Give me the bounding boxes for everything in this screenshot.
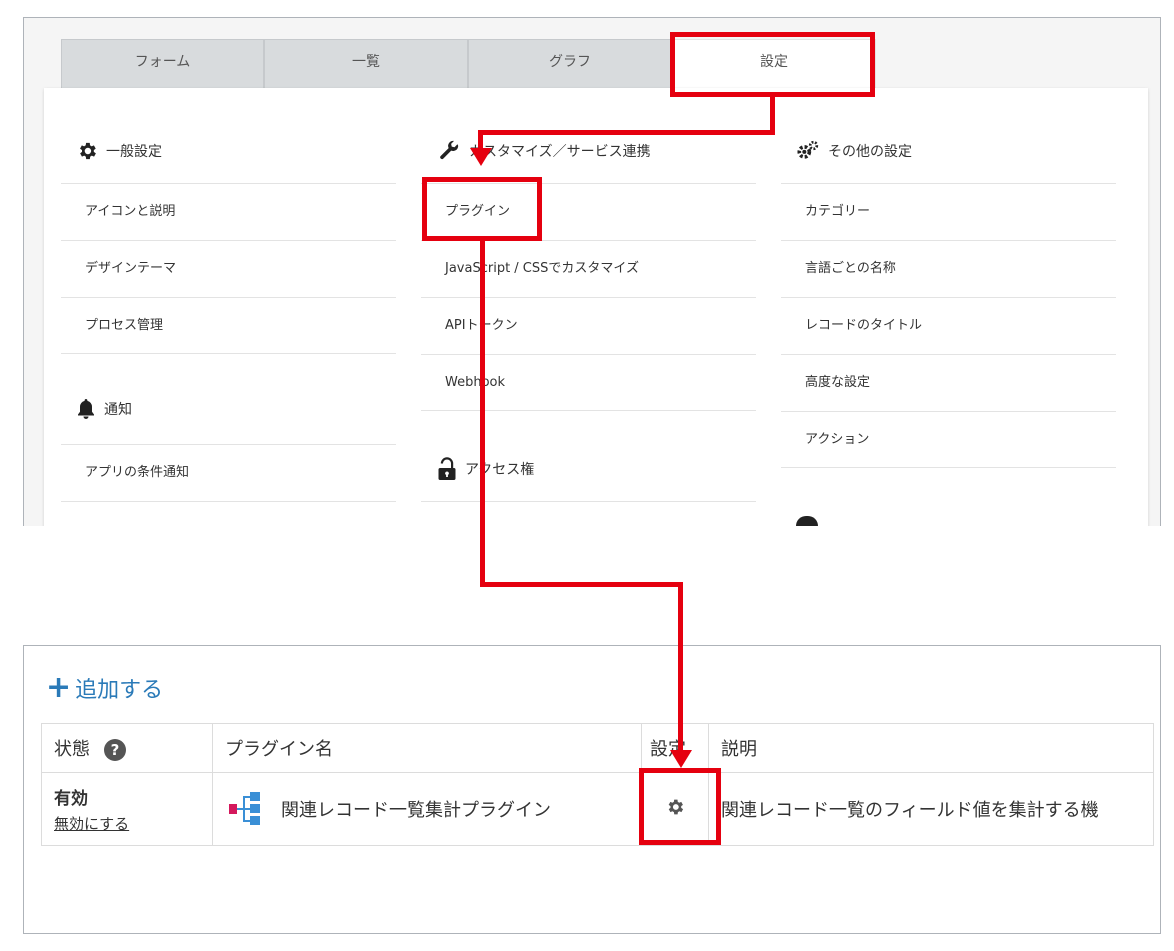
tab-form[interactable]: フォーム [61,39,264,89]
add-plugin-button[interactable]: + 追加する [46,672,163,704]
status-header-label: 状態 [54,739,90,760]
annotation-line [678,582,683,752]
arrow-down-icon [470,148,492,166]
plugin-list-panel: + 追加する 状態? プラグイン名 設定 説明 有効 無効にする 関連レコード一… [23,645,1161,934]
highlight-plugin-settings-gear [639,768,721,845]
plugin-name: 関連レコード一覧集計プラグイン [281,800,551,821]
menu-item-record-title[interactable]: レコードのタイトル [781,297,1116,354]
plugin-name-header: プラグイン名 [212,723,642,773]
disable-link[interactable]: 無効にする [54,813,200,834]
app-settings-panel: フォーム 一覧 グラフ 設定 一般設定 アイコンと説明 デザインテーマ プロセス… [23,17,1161,526]
arrow-down-icon [670,750,692,768]
gears-icon [797,140,819,159]
access-label: アクセス権 [465,462,535,478]
menu-item-app-condition-notification[interactable]: アプリの条件通知 [61,444,396,501]
plus-icon: + [46,670,72,705]
notification-heading: 通知 [76,398,132,420]
menu-item-cut-off[interactable] [61,501,396,526]
general-settings-label: 一般設定 [106,144,162,160]
menu-item-api-token[interactable]: APIトークン [421,297,756,354]
notification-label: 通知 [104,402,132,418]
menu-item-localized-names[interactable]: 言語ごとの名称 [781,240,1116,297]
status-cell: 有効 無効にする [41,772,213,846]
add-plugin-label: 追加する [75,678,164,703]
tab-bar: フォーム 一覧 グラフ 設定 [61,39,1160,89]
annotation-line [478,130,775,135]
status-enabled: 有効 [54,789,88,809]
description-header: 説明 [708,723,1154,773]
highlight-plugin-item [422,177,542,241]
description-cell: 関連レコード一覧のフィールド値を集計する機 [708,772,1154,846]
customize-label: カスタマイズ／サービス連携 [469,144,651,160]
annotation-line [478,130,483,150]
unlock-icon [438,457,456,480]
other-settings-label: その他の設定 [828,144,912,160]
menu-item-cut-off-2[interactable] [421,501,756,526]
annotation-line [480,241,485,586]
highlight-settings-tab [670,32,875,97]
plugin-table-header: 状態? プラグイン名 設定 説明 [41,723,1154,773]
operation-icon-cut [796,516,818,526]
menu-item-advanced-settings[interactable]: 高度な設定 [781,354,1116,411]
annotation-line [480,582,683,587]
wrench-icon [440,140,459,160]
help-icon[interactable]: ? [104,739,126,761]
menu-item-webhook[interactable]: Webhook [421,354,756,411]
plugin-name-cell: 関連レコード一覧集計プラグイン [212,772,642,846]
menu-item-design-theme[interactable]: デザインテーマ [61,240,396,297]
menu-item-js-css-customize[interactable]: JavaScript / CSSでカスタマイズ [421,240,756,297]
menu-item-action[interactable]: アクション [781,411,1116,468]
tab-list[interactable]: 一覧 [264,39,468,89]
status-header: 状態? [41,723,213,773]
bell-icon [78,399,94,419]
menu-item-icon-description[interactable]: アイコンと説明 [61,183,396,240]
other-settings-heading: その他の設定 [796,140,912,162]
table-row: 有効 無効にする 関連レコード一覧集計プラグイン 関連レコード一覧のフィールド値… [41,772,1154,846]
plugin-tree-icon [229,792,260,825]
menu-item-category[interactable]: カテゴリー [781,183,1116,240]
access-heading: アクセス権 [437,457,534,481]
plugin-table: 状態? プラグイン名 設定 説明 有効 無効にする 関連レコード一覧集計プラグイ… [41,723,1154,846]
menu-item-process-management[interactable]: プロセス管理 [61,297,396,354]
settings-menu-card: 一般設定 アイコンと説明 デザインテーマ プロセス管理 通知 アプリの条件通知 … [44,88,1148,526]
gear-icon [80,142,96,160]
general-settings-heading: 一般設定 [76,140,162,162]
tab-graph[interactable]: グラフ [468,39,672,89]
